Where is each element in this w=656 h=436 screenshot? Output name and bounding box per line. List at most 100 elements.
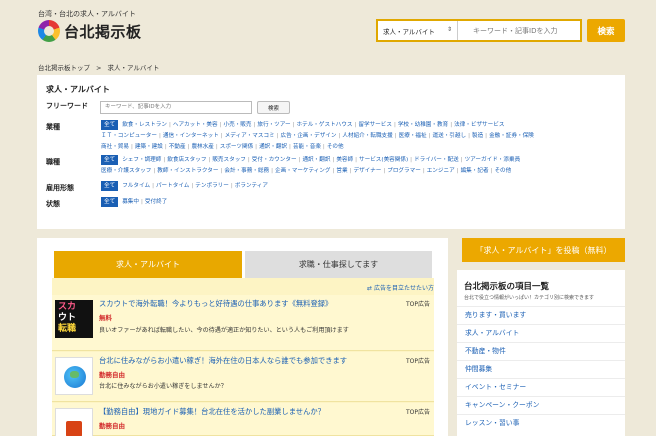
item-thumbnail: [55, 357, 93, 395]
filter-chip[interactable]: エンジニア: [427, 168, 455, 174]
land-icon: [70, 371, 79, 378]
filter-chip[interactable]: 企画・マーケティング: [275, 168, 331, 174]
item-pay: 無料: [99, 314, 112, 322]
filter-chip[interactable]: メディア・マスコミ: [225, 133, 275, 139]
filter-chip[interactable]: 飲食店スタッフ: [167, 157, 206, 163]
status-all-chip[interactable]: 全て: [101, 197, 119, 207]
freeword-input[interactable]: キーワード、記事IDを入力: [100, 101, 252, 114]
promote-ad-label: 広告を目立たせたい方: [373, 285, 434, 292]
employment-all-chip[interactable]: 全て: [101, 181, 119, 191]
sidebar-item-friends[interactable]: 仲間募集: [457, 360, 625, 378]
item-ad-tag: TOP広告: [405, 301, 430, 308]
chip-separator: |: [355, 157, 358, 163]
search-category-select[interactable]: 求人・アルバイト ⇕: [378, 21, 458, 40]
search-button[interactable]: 検索: [587, 19, 625, 42]
item-title[interactable]: スカウトで海外転職！今よりもっと好待遇の仕事あります《無料登録》: [99, 299, 399, 309]
filter-chip[interactable]: 旅行・ツアー: [257, 122, 290, 128]
filter-chip[interactable]: 医療・介護スタッフ: [101, 168, 151, 174]
promote-ad-link[interactable]: ⇄ 広告を目立たせたい方: [367, 283, 434, 292]
filter-chip[interactable]: 医療・福祉: [399, 133, 427, 139]
filter-chip[interactable]: その他: [494, 168, 511, 174]
filter-chip[interactable]: 受付・カウンター: [252, 157, 297, 163]
filter-chip[interactable]: ホテル・ゲストハウス: [297, 122, 353, 128]
filter-chip[interactable]: 受付終了: [145, 199, 167, 205]
sidebar-item-events[interactable]: イベント・セミナー: [457, 378, 625, 396]
filter-chip[interactable]: 営業: [336, 168, 347, 174]
list-item[interactable]: スカ ウト 転職 スカウトで海外転職！今よりもっと好待遇の仕事あります《無料登録…: [52, 295, 434, 351]
filter-chip[interactable]: 広告・企画・デザイン: [281, 133, 337, 139]
post-job-button[interactable]: 「求人・アルバイト」を投稿（無料）: [462, 238, 625, 262]
tab-job-offers[interactable]: 求人・アルバイト: [54, 251, 242, 278]
filter-chip[interactable]: 商社・貿易: [101, 144, 129, 150]
filter-chip[interactable]: 運送・引越し: [433, 133, 467, 139]
filter-chip[interactable]: サービス(美容関係): [359, 157, 408, 163]
filter-chip[interactable]: デザイナー: [353, 168, 381, 174]
filter-chip[interactable]: ツアーガイド・添乗員: [465, 157, 521, 163]
item-pay: 勤務自由: [99, 371, 125, 379]
filter-chip[interactable]: テンポラリー: [195, 183, 229, 189]
filter-chip[interactable]: 人材紹介・転職支援: [342, 133, 392, 139]
list-item[interactable]: 【勤務自由】現地ガイド募集！台北在住を活かした副業しませんか？ TOP広告 勤務…: [52, 403, 434, 436]
filter-chip[interactable]: プログラマー: [387, 168, 421, 174]
filter-chip[interactable]: 芸能・音楽: [293, 144, 321, 150]
chip-separator: |: [349, 168, 352, 174]
chip-separator: |: [255, 144, 258, 150]
sidebar-item-lessons[interactable]: レッスン・習い事: [457, 414, 625, 432]
thumb-text: スカ: [58, 302, 77, 312]
job-all-chip[interactable]: 全て: [101, 155, 119, 165]
site-header: 台湾・台北の求人・アルバイト 台北掲示板 求人・アルバイト ⇕ キーワード・記事…: [0, 0, 656, 58]
chip-separator: |: [168, 122, 171, 128]
filter-chip[interactable]: 金融・証券・保険: [489, 133, 534, 139]
filter-chip[interactable]: ドライバー・配送: [414, 157, 459, 163]
chip-separator: |: [292, 122, 295, 128]
sidebar-item-jobs[interactable]: 求人・アルバイト: [457, 324, 625, 342]
filter-chip[interactable]: その他: [327, 144, 344, 150]
filter-chip[interactable]: 会計・事務・総務: [224, 168, 269, 174]
list-item[interactable]: 台北に住みながらお小遣い稼ぎ！海外在住の日本人なら誰でも参加できます TOP広告…: [52, 352, 434, 402]
filter-chip[interactable]: シェフ・調理師: [122, 157, 161, 163]
sidebar-item-buy-sell[interactable]: 売ります・買います: [457, 306, 625, 324]
filter-chip[interactable]: 建築・建設: [135, 144, 163, 150]
sidebar-item-real-estate[interactable]: 不動産・物件: [457, 342, 625, 360]
filter-chip[interactable]: 販売スタッフ: [212, 157, 246, 163]
item-title[interactable]: 台北に住みながらお小遣い稼ぎ！海外在住の日本人なら誰でも参加できます: [99, 356, 399, 366]
filter-chip[interactable]: ヘアカット・美容: [173, 122, 218, 128]
sidebar-item-campaigns[interactable]: キャンペーン・クーポン: [457, 396, 625, 414]
filter-chip[interactable]: 教師・インストラクター: [157, 168, 218, 174]
chip-separator: |: [322, 144, 325, 150]
filter-chip[interactable]: 募集中: [122, 199, 139, 205]
sidebar-subtitle: 台北で役立つ情報がいっぱい！カテゴリ別に検索できます: [464, 295, 595, 301]
filter-chip[interactable]: 通信・インターネット: [163, 133, 219, 139]
filter-chip[interactable]: 留学サービス: [358, 122, 392, 128]
filter-chip[interactable]: 学校・幼稚園・教育: [398, 122, 448, 128]
filter-chip[interactable]: 飲食・レストラン: [122, 122, 167, 128]
filter-chip[interactable]: パートタイム: [156, 183, 189, 189]
filter-chip[interactable]: 美容師: [336, 157, 353, 163]
filter-chip[interactable]: 農林水産: [191, 144, 213, 150]
chip-separator: |: [354, 122, 357, 128]
item-description: 台北に住みながらお小遣い稼ぎをしませんか？: [99, 383, 227, 390]
breadcrumb-home-link[interactable]: 台北掲示板トップ: [38, 64, 90, 72]
filter-chip[interactable]: ボランティア: [235, 183, 268, 189]
filter-chip[interactable]: 不動産: [169, 144, 186, 150]
tab-job-seekers[interactable]: 求職・仕事探してます: [245, 251, 432, 278]
filter-chip[interactable]: 通訳・翻訳: [302, 157, 330, 163]
filter-chip[interactable]: ＩＴ・コンピューター: [101, 133, 157, 139]
filter-chip[interactable]: 通訳・翻訳: [259, 144, 287, 150]
chip-separator: |: [247, 157, 250, 163]
item-thumbnail: スカ ウト 転職: [55, 300, 93, 338]
chip-separator: |: [208, 157, 211, 163]
chip-separator: |: [338, 133, 341, 139]
filter-chip[interactable]: 製造: [472, 133, 483, 139]
industry-all-chip[interactable]: 全て: [101, 120, 119, 130]
job-chips: 全て シェフ・調理師 | 飲食店スタッフ | 販売スタッフ | 受付・カウンター | 通訳・翻訳 |…: [101, 155, 520, 177]
site-logo[interactable]: 台北掲示板: [38, 20, 142, 42]
filter-chip[interactable]: フルタイム: [122, 183, 150, 189]
filter-chip[interactable]: 法律・ビザサービス: [454, 122, 504, 128]
item-title[interactable]: 【勤務自由】現地ガイド募集！台北在住を活かした副業しませんか？: [99, 407, 399, 417]
freeword-search-button[interactable]: 検索: [257, 101, 290, 114]
filter-chip[interactable]: スポーツ関係: [220, 144, 253, 150]
filter-chip[interactable]: 編集・記者: [461, 168, 489, 174]
search-input[interactable]: キーワード・記事IDを入力: [458, 21, 580, 40]
filter-chip[interactable]: 小売・販売: [224, 122, 252, 128]
